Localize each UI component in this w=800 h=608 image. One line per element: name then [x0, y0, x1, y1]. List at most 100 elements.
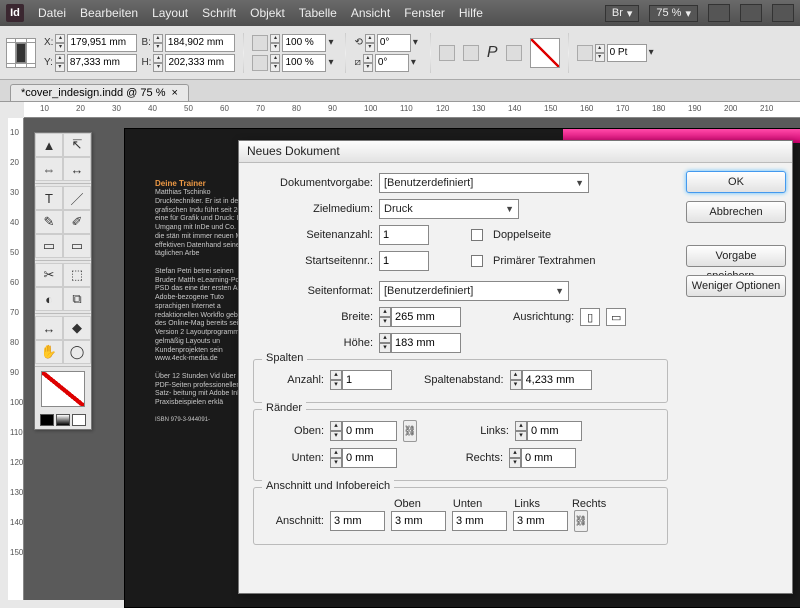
apply-none-chip[interactable] — [72, 414, 86, 426]
margin-top-input[interactable] — [342, 421, 397, 441]
margin-right-input[interactable] — [521, 448, 576, 468]
stroke-weight-field[interactable] — [607, 44, 647, 62]
gradient-swatch-tool[interactable]: ◐ — [35, 287, 63, 311]
bridge-button[interactable]: Br▾ — [605, 5, 640, 22]
free-transform-tool[interactable]: ⬚ — [63, 263, 91, 287]
view-options-icon[interactable] — [708, 4, 730, 22]
margin-bottom-label: Unten: — [264, 452, 324, 464]
zoom-dropdown[interactable]: 75 %▾ — [649, 5, 698, 22]
document-tab[interactable]: *cover_indesign.indd @ 75 % × — [10, 84, 189, 101]
scale-x-field[interactable] — [282, 34, 326, 52]
gutter-label: Spaltenabstand: — [424, 374, 504, 386]
zoom-tool[interactable]: ◯ — [63, 340, 91, 364]
save-preset-button[interactable]: Vorgabe speichern… — [686, 245, 786, 267]
pen-tool[interactable]: ✎ — [35, 210, 63, 234]
x-field[interactable] — [67, 34, 137, 52]
pages-input[interactable] — [379, 225, 429, 245]
menu-tabelle[interactable]: Tabelle — [299, 6, 337, 20]
fill-stroke-toggle[interactable] — [41, 371, 85, 407]
apply-gradient-chip[interactable] — [56, 414, 70, 426]
bleed-left-input[interactable] — [452, 511, 507, 531]
gap-tool[interactable]: ↔ — [63, 157, 91, 181]
document-tab-label: *cover_indesign.indd @ 75 % — [21, 87, 165, 99]
width-label: Breite: — [253, 311, 373, 323]
gutter-input[interactable] — [522, 370, 592, 390]
orientation-landscape-icon[interactable]: ▭ — [606, 308, 626, 326]
menu-ansicht[interactable]: Ansicht — [351, 6, 390, 20]
bleed-bottom-input[interactable] — [391, 511, 446, 531]
line-tool[interactable]: ／ — [63, 186, 91, 210]
eyedropper-tool[interactable]: ◆ — [63, 316, 91, 340]
link-bleed-icon[interactable]: ⛓ — [574, 510, 588, 532]
rotate-field[interactable] — [377, 34, 411, 52]
pencil-tool[interactable]: ✐ — [63, 210, 91, 234]
pagesize-select[interactable]: [Benutzerdefiniert]▼ — [379, 281, 569, 301]
type-tool[interactable]: T — [35, 186, 63, 210]
link-margins-icon[interactable]: ⛓ — [403, 420, 417, 442]
note-tool[interactable]: ↔ — [35, 316, 63, 340]
menu-schrift[interactable]: Schrift — [202, 6, 236, 20]
primary-frame-label: Primärer Textrahmen — [493, 255, 596, 267]
close-tab-icon[interactable]: × — [171, 87, 177, 99]
y-field[interactable] — [67, 54, 137, 72]
margin-left-input[interactable] — [527, 421, 582, 441]
bleed-label: Anschnitt: — [264, 515, 324, 527]
hand-tool[interactable]: ✋ — [35, 340, 63, 364]
control-bar: X:▴▾ B:▴▾ Y:▴▾ H:▴▾ ▴▾▾ ▴▾▾ ⟲▴▾▾ ⧄▴▾▾ P … — [0, 26, 800, 80]
character-format-icon[interactable]: P — [487, 44, 498, 62]
direct-selection-tool[interactable]: ↸ — [63, 133, 91, 157]
preset-select[interactable]: [Benutzerdefiniert]▼ — [379, 173, 589, 193]
bleed-right-input[interactable] — [513, 511, 568, 531]
menu-objekt[interactable]: Objekt — [250, 6, 285, 20]
horizontal-ruler: 0102030405060708090100110120130140150160… — [24, 102, 800, 118]
document-tabbar: *cover_indesign.indd @ 75 % × — [0, 80, 800, 102]
scale-y-field[interactable] — [282, 54, 326, 72]
width-input[interactable] — [391, 307, 461, 327]
colcount-input[interactable] — [342, 370, 392, 390]
orientation-portrait-icon[interactable]: ▯ — [580, 308, 600, 326]
page-tool[interactable]: ⇔ — [35, 157, 63, 181]
ok-button[interactable]: OK — [686, 171, 786, 193]
facing-pages-checkbox[interactable] — [471, 229, 483, 241]
effects-icon[interactable] — [506, 45, 522, 61]
arrange-docs-icon[interactable] — [772, 4, 794, 22]
menu-layout[interactable]: Layout — [152, 6, 188, 20]
dialog-title: Neues Dokument — [239, 141, 792, 163]
shear-field[interactable] — [375, 54, 409, 72]
scissors-tool[interactable]: ✂ — [35, 263, 63, 287]
preset-label: Dokumentvorgabe: — [253, 177, 373, 189]
h-field[interactable] — [165, 54, 235, 72]
margin-right-label: Rechts: — [443, 452, 503, 464]
flip-v-icon[interactable] — [463, 45, 479, 61]
apply-color-chip[interactable] — [40, 414, 54, 426]
menu-hilfe[interactable]: Hilfe — [459, 6, 483, 20]
bleed-top-input[interactable] — [330, 511, 385, 531]
menu-datei[interactable]: Datei — [38, 6, 66, 20]
margins-group: Ränder Oben: ▴▾ ⛓ Links: ▴▾ Unten: ▴▾ Re… — [253, 409, 668, 481]
screen-mode-icon[interactable] — [740, 4, 762, 22]
bleed-legend: Anschnitt und Infobereich — [262, 480, 394, 492]
new-document-dialog: Neues Dokument OK Abbrechen Vorgabe spei… — [238, 140, 793, 594]
margin-bottom-input[interactable] — [342, 448, 397, 468]
menu-fenster[interactable]: Fenster — [404, 6, 445, 20]
startpage-input[interactable] — [379, 251, 429, 271]
scale-x-icon — [252, 35, 268, 51]
fewer-options-button[interactable]: Weniger Optionen — [686, 275, 786, 297]
w-field[interactable] — [165, 34, 235, 52]
intent-select[interactable]: Druck▼ — [379, 199, 519, 219]
cancel-button[interactable]: Abbrechen — [686, 201, 786, 223]
primary-frame-checkbox[interactable] — [471, 255, 483, 267]
selection-tool[interactable]: ▲ — [35, 133, 63, 157]
facing-pages-label: Doppelseite — [493, 229, 551, 241]
menubar: Id Datei Bearbeiten Layout Schrift Objek… — [0, 0, 800, 26]
bleed-col-left: Links — [514, 498, 540, 510]
rectangle-tool[interactable]: ▭ — [63, 234, 91, 258]
height-input[interactable] — [391, 333, 461, 353]
margin-left-label: Links: — [449, 425, 509, 437]
reference-point-grid[interactable] — [6, 38, 36, 68]
flip-h-icon[interactable] — [439, 45, 455, 61]
menu-bearbeiten[interactable]: Bearbeiten — [80, 6, 138, 20]
gradient-feather-tool[interactable]: ⧉ — [63, 287, 91, 311]
fill-stroke-swatch[interactable] — [530, 38, 560, 68]
rectangle-frame-tool[interactable]: ▭ — [35, 234, 63, 258]
